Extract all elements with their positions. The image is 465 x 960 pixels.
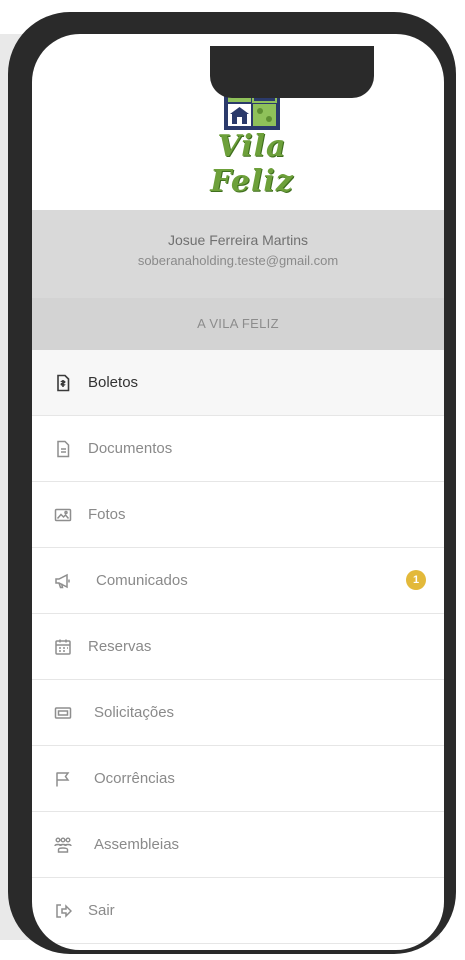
menu-item-boletos[interactable]: Boletos [32, 350, 444, 416]
menu-item-ocorrencias[interactable]: Ocorrências [32, 746, 444, 812]
logo-wordmark: Vila Feliz [210, 129, 294, 199]
menu-item-sair[interactable]: Sair [32, 878, 444, 944]
menu-item-label: Reservas [88, 638, 152, 655]
menu-item-solicitacoes[interactable]: Solicitações [32, 680, 444, 746]
user-profile: Josue Ferreira Martins soberanaholding.t… [32, 210, 444, 298]
menu-item-label: Solicitações [94, 704, 175, 721]
menu-item-label: Comunicados [96, 572, 188, 589]
user-email: soberanaholding.teste@gmail.com [137, 253, 339, 268]
menu-item-reservas[interactable]: Reservas [32, 614, 444, 680]
boleto-icon [52, 372, 74, 394]
ticket-icon [52, 702, 74, 724]
unread-badge: 1 [406, 570, 426, 590]
menu-item-label: Documentos [88, 440, 173, 457]
flag-icon [52, 768, 74, 790]
document-icon [52, 438, 74, 460]
logout-icon [52, 900, 74, 922]
group-icon [52, 834, 74, 856]
menu-item-documentos[interactable]: Documentos [32, 416, 444, 482]
user-name: Josue Ferreira Martins [167, 232, 309, 248]
phone-frame: Vila Feliz Josue Ferreira Martins sobera… [8, 12, 456, 954]
menu-item-label: Assembleias [94, 836, 180, 853]
side-menu: Boletos Documentos Fotos Comunicados 1 R… [32, 350, 444, 944]
phone-notch [210, 46, 374, 98]
photo-icon [52, 504, 74, 526]
menu-item-comunicados[interactable]: Comunicados 1 [32, 548, 444, 614]
menu-item-label: Ocorrências [94, 770, 175, 787]
menu-item-label: Sair [88, 902, 115, 919]
menu-item-fotos[interactable]: Fotos [32, 482, 444, 548]
menu-item-label: Fotos [88, 506, 126, 523]
condominium-name[interactable]: A VILA FELIZ [32, 298, 444, 350]
menu-item-label: Boletos [88, 374, 139, 391]
megaphone-icon [52, 570, 74, 592]
menu-item-assembleias[interactable]: Assembleias [32, 812, 444, 878]
calendar-icon [52, 636, 74, 658]
phone-screen: Vila Feliz Josue Ferreira Martins sobera… [32, 34, 444, 950]
